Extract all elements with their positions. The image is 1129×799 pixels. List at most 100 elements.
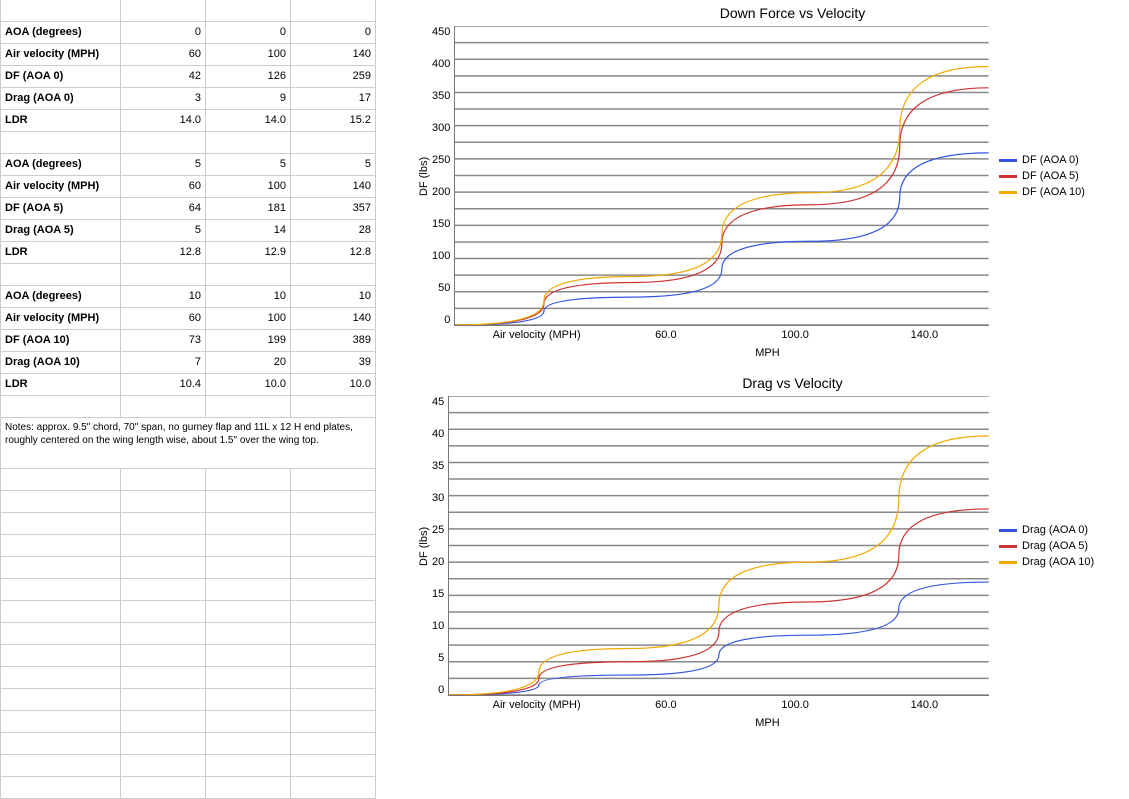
x-tick: 140.0 — [860, 696, 989, 711]
data-cell: 5 — [121, 220, 206, 242]
notes-text: Notes: approx. 9.5" chord, 70" span, no … — [1, 418, 376, 469]
legend: DF (AOA 0) DF (AOA 5) DF (AOA 10) — [989, 26, 1119, 326]
data-cell: 259 — [291, 66, 376, 88]
data-cell: 14.0 — [121, 110, 206, 132]
data-cell: 10 — [291, 286, 376, 308]
data-cell: 0 — [206, 22, 291, 44]
x-tick: 140.0 — [860, 326, 989, 341]
y-tick: 250 — [432, 154, 450, 166]
x-tick: 100.0 — [731, 696, 860, 711]
data-cell: 3 — [121, 88, 206, 110]
data-cell: 12.9 — [206, 242, 291, 264]
legend-swatch — [999, 545, 1017, 548]
y-tick: 450 — [432, 26, 450, 38]
row-label: LDR — [1, 374, 121, 396]
legend-swatch — [999, 561, 1017, 564]
legend-label: DF (AOA 0) — [1022, 154, 1079, 166]
y-tick: 10 — [432, 620, 444, 632]
row-label: AOA (degrees) — [1, 22, 121, 44]
legend-label: DF (AOA 10) — [1022, 186, 1085, 198]
row-label: LDR — [1, 242, 121, 264]
row-label: Drag (AOA 5) — [1, 220, 121, 242]
y-tick: 5 — [438, 652, 444, 664]
y-tick: 300 — [432, 122, 450, 134]
legend-label: DF (AOA 5) — [1022, 170, 1079, 182]
legend-swatch — [999, 191, 1017, 194]
data-cell: 14.0 — [206, 110, 291, 132]
y-tick: 0 — [444, 314, 450, 326]
data-cell: 10 — [121, 286, 206, 308]
y-axis-label: DF (lbs) — [416, 26, 432, 326]
data-cell: 64 — [121, 198, 206, 220]
legend-label: Drag (AOA 5) — [1022, 540, 1088, 552]
data-cell: 5 — [121, 154, 206, 176]
data-cell: 357 — [291, 198, 376, 220]
data-cell: 15.2 — [291, 110, 376, 132]
data-cell: 0 — [291, 22, 376, 44]
y-tick: 25 — [432, 524, 444, 536]
legend-label: Drag (AOA 0) — [1022, 524, 1088, 536]
x-tick: 60.0 — [601, 696, 730, 711]
row-label: DF (AOA 10) — [1, 330, 121, 352]
x-tick: Air velocity (MPH) — [472, 326, 601, 341]
data-cell: 199 — [206, 330, 291, 352]
plot-area — [448, 396, 989, 696]
data-cell: 181 — [206, 198, 291, 220]
data-cell: 17 — [291, 88, 376, 110]
legend-swatch — [999, 529, 1017, 532]
data-cell: 140 — [291, 44, 376, 66]
data-cell: 140 — [291, 308, 376, 330]
row-label: AOA (degrees) — [1, 154, 121, 176]
row-label: Air velocity (MPH) — [1, 44, 121, 66]
data-cell: 39 — [291, 352, 376, 374]
legend-item: DF (AOA 10) — [999, 186, 1119, 198]
plot-area — [454, 26, 989, 326]
data-cell: 389 — [291, 330, 376, 352]
chart-area: Down Force vs VelocityDF (lbs)4504003503… — [376, 0, 1129, 799]
data-cell: 100 — [206, 176, 291, 198]
row-label: Air velocity (MPH) — [1, 308, 121, 330]
data-cell: 12.8 — [121, 242, 206, 264]
row-label: Air velocity (MPH) — [1, 176, 121, 198]
y-tick: 15 — [432, 588, 444, 600]
data-cell: 0 — [121, 22, 206, 44]
x-axis-label: MPH — [416, 711, 1119, 729]
row-label: DF (AOA 5) — [1, 198, 121, 220]
chart-chart2: Drag vs VelocityDF (lbs)4540353025201510… — [416, 370, 1119, 730]
legend: Drag (AOA 0) Drag (AOA 5) Drag (AOA 10) — [989, 396, 1119, 696]
series-line — [455, 88, 989, 325]
legend-swatch — [999, 175, 1017, 178]
x-tick: 60.0 — [601, 326, 730, 341]
data-cell: 42 — [121, 66, 206, 88]
chart-chart1: Down Force vs VelocityDF (lbs)4504003503… — [416, 0, 1119, 360]
data-cell: 12.8 — [291, 242, 376, 264]
row-label: Drag (AOA 0) — [1, 88, 121, 110]
y-tick: 100 — [432, 250, 450, 262]
x-tick: Air velocity (MPH) — [472, 696, 601, 711]
y-tick: 150 — [432, 218, 450, 230]
legend-swatch — [999, 159, 1017, 162]
chart-title: Down Force vs Velocity — [416, 0, 1119, 26]
chart-title: Drag vs Velocity — [416, 370, 1119, 396]
data-cell: 60 — [121, 308, 206, 330]
data-cell: 140 — [291, 176, 376, 198]
data-cell: 28 — [291, 220, 376, 242]
y-tick: 30 — [432, 492, 444, 504]
y-tick: 200 — [432, 186, 450, 198]
data-cell: 9 — [206, 88, 291, 110]
row-label: AOA (degrees) — [1, 286, 121, 308]
data-cell: 60 — [121, 44, 206, 66]
data-cell: 10.0 — [206, 374, 291, 396]
y-tick: 0 — [438, 684, 444, 696]
legend-item: Drag (AOA 5) — [999, 540, 1119, 552]
legend-item: Drag (AOA 10) — [999, 556, 1119, 568]
data-cell: 60 — [121, 176, 206, 198]
data-cell: 100 — [206, 308, 291, 330]
series-line — [455, 67, 989, 325]
data-cell: 10.0 — [291, 374, 376, 396]
y-tick: 35 — [432, 460, 444, 472]
legend-label: Drag (AOA 10) — [1022, 556, 1094, 568]
data-cell: 126 — [206, 66, 291, 88]
data-cell: 10.4 — [121, 374, 206, 396]
y-tick: 50 — [438, 282, 450, 294]
